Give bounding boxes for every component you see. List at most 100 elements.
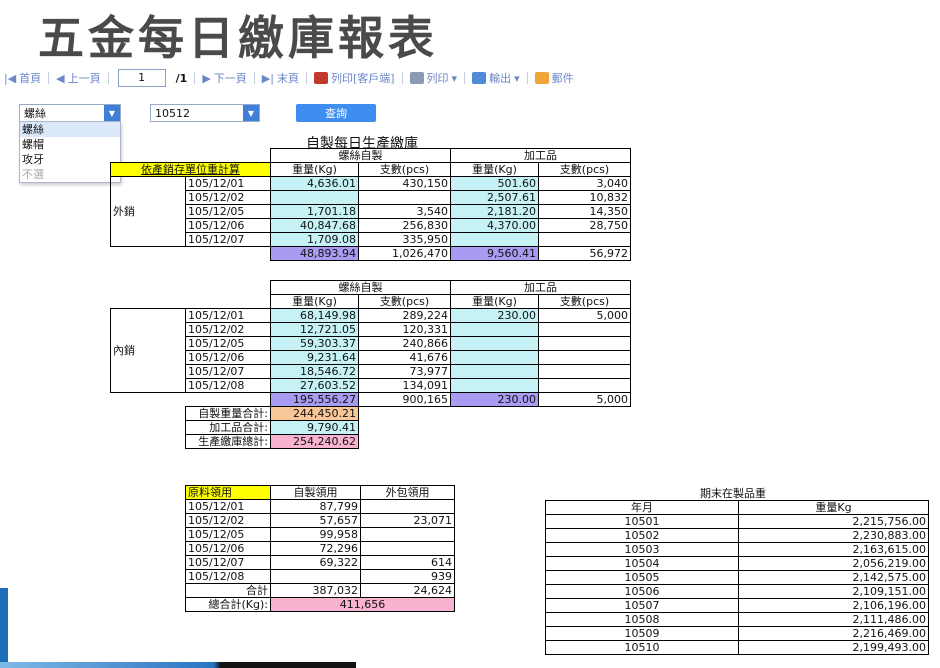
grand-total-label: 總合計(Kg): bbox=[185, 597, 271, 612]
table-row: 10510 2,199,493.00 bbox=[545, 640, 929, 655]
month-cell: 10503 bbox=[545, 542, 739, 557]
weight-cell bbox=[450, 322, 539, 337]
month-cell: 10508 bbox=[545, 612, 739, 627]
count-cell: 3,040 bbox=[538, 176, 631, 191]
category-select[interactable]: 螺絲 ▼ bbox=[19, 104, 121, 122]
self-use-cell bbox=[270, 569, 361, 584]
weight-cell bbox=[450, 350, 539, 365]
print-client-button[interactable]: 列印[客戶端] bbox=[310, 70, 399, 86]
summary-value: 254,240.62 bbox=[270, 434, 359, 449]
material-table: 原料領用 自製領用 外包領用 105/12/01 87,799 105/12/0… bbox=[185, 485, 455, 612]
date-cell: 105/12/08 bbox=[185, 378, 271, 393]
wip-weight-cell: 2,216,469.00 bbox=[738, 626, 929, 641]
toolbar-divider bbox=[526, 72, 528, 84]
total-row: 48,893.94 1,026,470 9,560.41 56,972 bbox=[111, 246, 631, 261]
total-count-cell: 1,026,470 bbox=[358, 246, 451, 261]
count-cell bbox=[358, 190, 451, 205]
date-cell: 105/12/02 bbox=[185, 190, 271, 205]
total-weight-cell: 48,893.94 bbox=[270, 246, 359, 261]
query-button[interactable]: 查詢 bbox=[296, 104, 376, 122]
table-row: 105/12/07 69,322 614 bbox=[185, 555, 455, 570]
summary-label: 加工品合計: bbox=[185, 420, 271, 435]
chevron-down-icon[interactable]: ▼ bbox=[104, 105, 120, 121]
table-row: 10501 2,215,756.00 bbox=[545, 514, 929, 529]
date-cell: 105/12/06 bbox=[185, 541, 271, 556]
table-row: 105/12/07 1,709.08 335,950 bbox=[111, 232, 631, 247]
wip-weight-cell: 2,142,575.00 bbox=[738, 570, 929, 585]
group-header-outsource: 加工品 bbox=[450, 148, 631, 163]
toolbar-divider bbox=[194, 72, 196, 84]
dropdown-option[interactable]: 螺帽 bbox=[20, 137, 120, 152]
prev-page-button[interactable]: ◀ 上一頁 bbox=[52, 70, 104, 86]
next-page-button[interactable]: ▶ 下一頁 bbox=[198, 70, 250, 86]
table-row: 105/12/07 18,546.72 73,977 bbox=[111, 364, 631, 379]
count-cell: 430,150 bbox=[358, 176, 451, 191]
month-cell: 10505 bbox=[545, 570, 739, 585]
dropdown-option[interactable]: 不選 bbox=[20, 167, 120, 182]
wip-weight-cell: 2,199,493.00 bbox=[738, 640, 929, 655]
calc-method-label: 依產銷存單位重計算 bbox=[110, 162, 271, 177]
last-page-button[interactable]: ▶| 末頁 bbox=[258, 70, 303, 86]
col-header-self-use: 自製領用 bbox=[270, 485, 361, 500]
weight-cell: 4,636.01 bbox=[270, 176, 359, 191]
weight-cell bbox=[450, 336, 539, 351]
material-header: 原料領用 bbox=[185, 485, 271, 500]
table-row: 105/12/02 57,657 23,071 bbox=[185, 513, 455, 528]
domestic-table: 螺絲自製 加工品 重量(Kg) 支數(pcs) 重量(Kg) 支數(pcs) 內… bbox=[110, 280, 631, 449]
page-number-input[interactable]: 1 bbox=[117, 69, 166, 87]
count-cell: 3,540 bbox=[358, 204, 451, 219]
print-button[interactable]: 列印 ▾ bbox=[406, 70, 462, 86]
category-dropdown-list: 螺絲 螺帽 攻牙 不選 bbox=[19, 121, 121, 183]
report-toolbar: |◀ 首頁 ◀ 上一頁 1 /1 ▶ 下一頁 ▶| 末頁 列印[客戶端] 列印 ▾ 輸出 ▾… bbox=[0, 66, 940, 90]
table-row: 105/12/02 12,721.05 120,331 bbox=[111, 322, 631, 337]
toolbar-divider bbox=[48, 72, 50, 84]
count-cell: 5,000 bbox=[538, 308, 631, 323]
count-cell bbox=[538, 322, 631, 337]
subtotal-self: 387,032 bbox=[270, 583, 361, 598]
table-row: 10505 2,142,575.00 bbox=[545, 570, 929, 585]
weight-cell: 59,303.37 bbox=[270, 336, 359, 351]
toolbar-divider bbox=[305, 72, 307, 84]
printer-icon bbox=[409, 72, 424, 84]
category-select-value: 螺絲 bbox=[24, 107, 46, 120]
col-header-month: 年月 bbox=[545, 500, 739, 515]
export-label: 外銷 bbox=[110, 176, 186, 247]
count-cell: 28,750 bbox=[538, 218, 631, 233]
decorative-bar bbox=[0, 662, 356, 668]
total-weight-cell: 230.00 bbox=[450, 392, 539, 407]
date-cell: 105/12/07 bbox=[185, 364, 271, 379]
table-row: 105/12/06 40,847.68 256,830 4,370.00 28,… bbox=[111, 218, 631, 233]
dropdown-option[interactable]: 螺絲 bbox=[20, 122, 120, 137]
col-header-count: 支數(pcs) bbox=[538, 162, 631, 177]
month-cell: 10504 bbox=[545, 556, 739, 571]
grand-total-row: 總合計(Kg): 411,656 bbox=[185, 597, 455, 612]
wip-weight-cell: 2,111,486.00 bbox=[738, 612, 929, 627]
count-cell bbox=[538, 232, 631, 247]
count-cell: 256,830 bbox=[358, 218, 451, 233]
code-select[interactable]: 10512 ▼ bbox=[150, 104, 260, 122]
date-cell: 105/12/02 bbox=[185, 513, 271, 528]
table-row: 105/12/02 2,507.61 10,832 bbox=[111, 190, 631, 205]
date-cell: 105/12/08 bbox=[185, 569, 271, 584]
weight-cell: 501.60 bbox=[450, 176, 539, 191]
first-page-button[interactable]: |◀ 首頁 bbox=[0, 70, 45, 86]
table-row: 外銷 105/12/01 4,636.01 430,150 501.60 3,0… bbox=[110, 176, 631, 247]
table-row: 105/12/08 27,603.52 134,091 bbox=[111, 378, 631, 393]
chevron-down-icon[interactable]: ▼ bbox=[243, 105, 259, 121]
table-row: 105/12/08 939 bbox=[185, 569, 455, 584]
chevron-down-icon: ▾ bbox=[451, 71, 458, 85]
month-cell: 10506 bbox=[545, 584, 739, 599]
table-row: 105/12/06 9,231.64 41,676 bbox=[111, 350, 631, 365]
code-select-value: 10512 bbox=[155, 106, 190, 120]
subtotal-row: 合計 387,032 24,624 bbox=[185, 583, 455, 598]
outsource-use-cell: 614 bbox=[360, 555, 455, 570]
mail-button[interactable]: 郵件 bbox=[531, 70, 578, 86]
dropdown-option[interactable]: 攻牙 bbox=[20, 152, 120, 167]
total-count-cell: 5,000 bbox=[538, 392, 631, 407]
prev-page-icon: ◀ bbox=[56, 71, 65, 85]
count-cell bbox=[538, 364, 631, 379]
summary-row: 生產繳庫總計: 254,240.62 bbox=[111, 434, 631, 449]
export-button[interactable]: 輸出 ▾ bbox=[468, 70, 524, 86]
count-cell: 289,224 bbox=[358, 308, 451, 323]
grand-total-value: 411,656 bbox=[270, 597, 455, 612]
